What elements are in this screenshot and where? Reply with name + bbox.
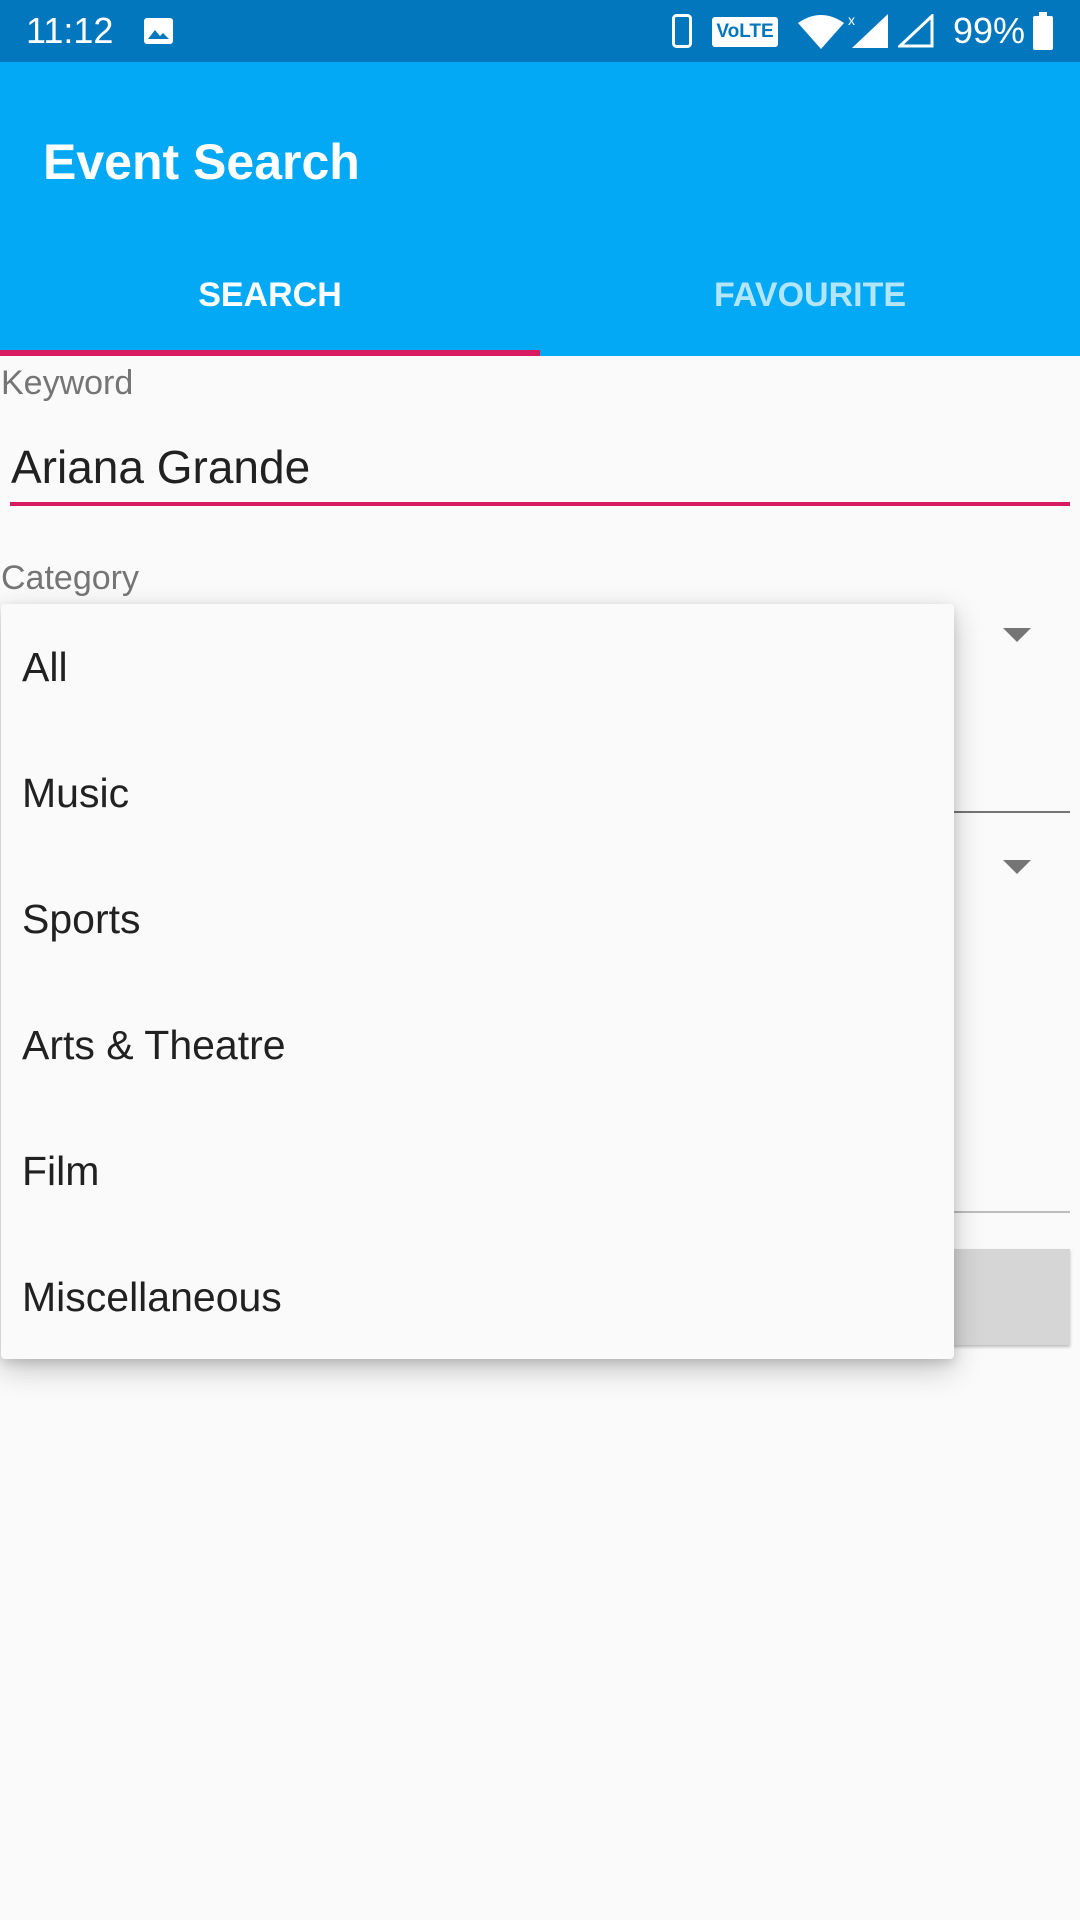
dropdown-item-arts-theatre[interactable]: Arts & Theatre: [1, 982, 954, 1108]
units-dropdown-arrow-icon[interactable]: [1003, 860, 1031, 874]
category-label: Category: [1, 559, 139, 597]
distance-input-underline: [950, 811, 1070, 813]
keyword-input-underline: [10, 502, 1070, 506]
search-button[interactable]: [950, 1249, 1070, 1345]
volte-label: VoLTE: [716, 21, 774, 42]
dropdown-item-music[interactable]: Music: [1, 730, 954, 856]
phone-icon: [672, 14, 692, 48]
category-dropdown-menu: All Music Sports Arts & Theatre Film Mis…: [1, 604, 954, 1359]
status-bar: 11:12 VoLTE x 99%: [0, 0, 1080, 62]
keyword-label: Keyword: [1, 364, 134, 402]
signal-empty-icon: [898, 14, 934, 48]
page-title: Event Search: [43, 134, 360, 190]
signal-icon: [852, 14, 888, 48]
dropdown-item-film[interactable]: Film: [1, 1108, 954, 1234]
dropdown-item-miscellaneous[interactable]: Miscellaneous: [1, 1234, 954, 1360]
battery-icon: [1033, 12, 1053, 50]
tab-indicator: [0, 350, 540, 356]
volte-icon: VoLTE: [712, 17, 778, 47]
tab-favourite[interactable]: FAVOURITE: [540, 276, 1080, 315]
wifi-icon: x: [798, 13, 855, 49]
battery-percent: 99%: [953, 10, 1026, 51]
dropdown-item-sports[interactable]: Sports: [1, 856, 954, 982]
category-dropdown-arrow-icon[interactable]: [1003, 628, 1031, 642]
tab-search[interactable]: SEARCH: [0, 276, 540, 315]
keyword-input[interactable]: Ariana Grande: [11, 440, 310, 494]
location-input-underline: [950, 1211, 1070, 1213]
dropdown-item-all[interactable]: All: [1, 604, 954, 730]
gallery-icon: [144, 18, 173, 44]
app-bar: Event Search SEARCH FAVOURITE: [0, 62, 1080, 356]
status-time: 11:12: [26, 10, 114, 51]
